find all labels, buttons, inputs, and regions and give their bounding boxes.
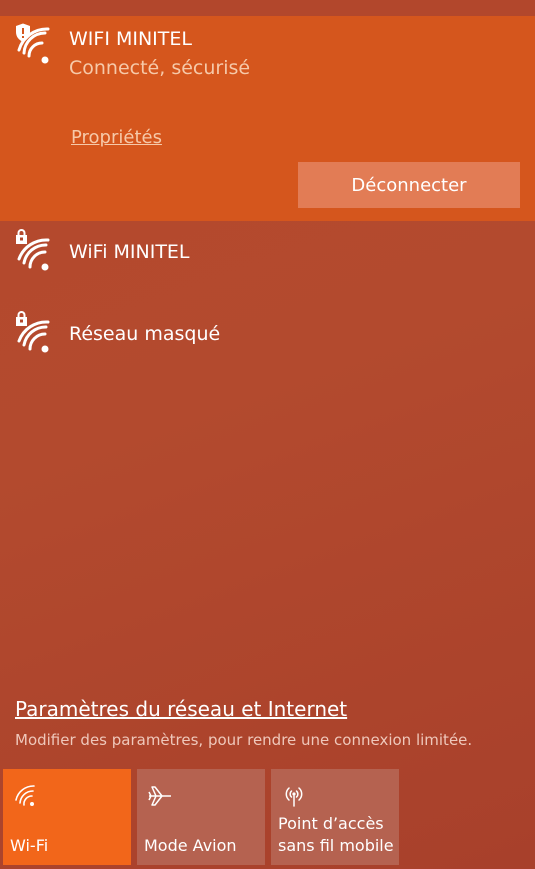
tile-label: Mode Avion <box>144 836 237 855</box>
wifi-secured-icon <box>16 229 50 271</box>
connected-network-panel[interactable]: WIFI MINITEL Connecté, sécurisé Propriét… <box>0 16 535 221</box>
tile-label-line-1: Point d’accès <box>278 814 384 833</box>
top-strip <box>0 0 535 16</box>
network-name: WiFi MINITEL <box>69 241 190 263</box>
network-item-hidden[interactable]: Réseau masqué <box>0 303 535 373</box>
network-item-wifi-minitel[interactable]: WiFi MINITEL <box>0 221 535 291</box>
mobile-hotspot-tile[interactable]: Point d’accès sans fil mobile <box>271 769 399 865</box>
disconnect-button[interactable]: Déconnecter <box>298 162 520 208</box>
tile-label: Point d’accès sans fil mobile <box>278 813 394 857</box>
wifi-secured-icon <box>16 311 50 353</box>
tile-label: Wi-Fi <box>10 836 49 855</box>
connected-network-name: WIFI MINITEL <box>69 28 192 50</box>
network-settings-link[interactable]: Paramètres du réseau et Internet <box>15 697 347 721</box>
airplane-mode-tile[interactable]: Mode Avion <box>137 769 265 865</box>
wifi-icon <box>15 785 35 806</box>
network-name: Réseau masqué <box>69 323 221 345</box>
airplane-icon <box>148 786 171 806</box>
hotspot-icon <box>285 787 303 807</box>
properties-link[interactable]: Propriétés <box>71 127 162 148</box>
tile-label-line-2: sans fil mobile <box>278 836 394 855</box>
wifi-shield-icon <box>16 23 50 64</box>
wifi-toggle-tile[interactable]: Wi-Fi <box>3 769 131 865</box>
connected-network-status: Connecté, sécurisé <box>69 57 251 79</box>
network-settings-description: Modifier des paramètres, pour rendre une… <box>15 731 473 749</box>
